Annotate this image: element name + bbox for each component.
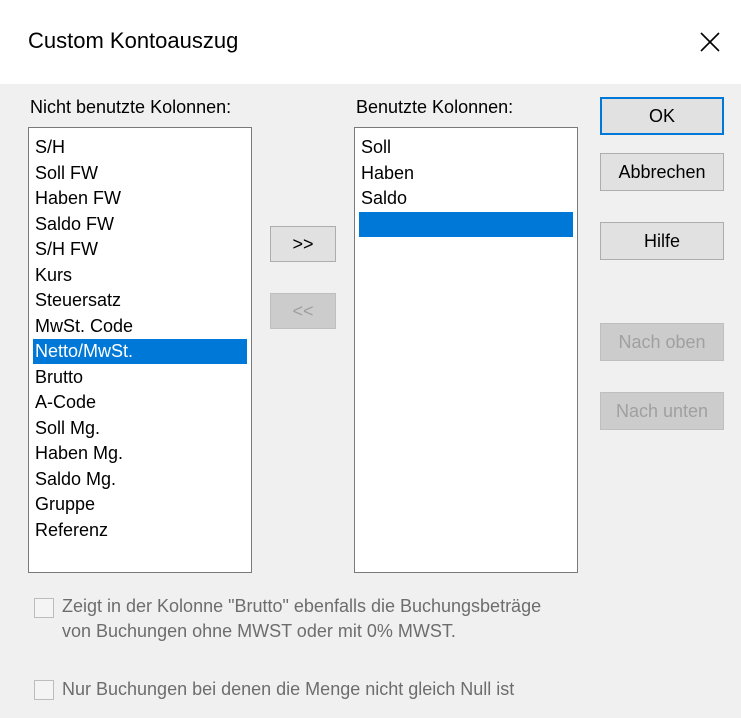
list-item[interactable]: Haben FW bbox=[33, 186, 247, 211]
menge-checkbox[interactable] bbox=[34, 680, 54, 700]
remove-column-button[interactable]: << bbox=[270, 293, 336, 329]
brutto-option-line2: von Buchungen ohne MWST oder mit 0% MWST… bbox=[62, 621, 456, 641]
list-item[interactable]: MwSt. Code bbox=[33, 314, 247, 339]
used-columns-list[interactable]: Soll Haben Saldo bbox=[354, 127, 578, 573]
list-item[interactable]: Netto/MwSt. bbox=[33, 339, 247, 364]
list-item[interactable]: Haben Mg. bbox=[33, 441, 247, 466]
window-title: Custom Kontoauszug bbox=[28, 28, 239, 53]
brutto-checkbox[interactable] bbox=[34, 598, 54, 618]
list-item[interactable]: Gruppe bbox=[33, 492, 247, 517]
ok-button[interactable]: OK bbox=[600, 97, 724, 135]
list-item[interactable]: Soll Mg. bbox=[33, 416, 247, 441]
list-item[interactable]: S/H FW bbox=[33, 237, 247, 262]
used-columns-label: Benutzte Kolonnen: bbox=[356, 97, 514, 117]
list-item[interactable]: Kurs bbox=[33, 263, 247, 288]
unused-columns-list[interactable]: S/H Soll FW Haben FW Saldo FW S/H FW Kurs Steu… bbox=[28, 127, 252, 573]
menge-option-label: Nur Buchungen bei denen die Menge nicht … bbox=[62, 679, 515, 699]
cancel-button[interactable]: Abbrechen bbox=[600, 153, 724, 191]
list-item[interactable]: Steuersatz bbox=[33, 288, 247, 313]
move-down-button[interactable]: Nach unten bbox=[600, 392, 724, 430]
list-item[interactable]: Soll FW bbox=[33, 161, 247, 186]
brutto-option-line1: Zeigt in der Kolonne "Brutto" ebenfalls … bbox=[62, 596, 542, 616]
list-item[interactable]: A-Code bbox=[33, 390, 247, 415]
close-icon bbox=[700, 32, 720, 52]
help-button[interactable]: Hilfe bbox=[600, 222, 724, 260]
close-button[interactable] bbox=[694, 24, 726, 60]
list-item[interactable]: Saldo bbox=[359, 186, 573, 211]
list-item[interactable]: Referenz bbox=[33, 518, 247, 543]
title-bar: Custom Kontoauszug bbox=[0, 0, 741, 84]
list-item[interactable]: Haben bbox=[359, 161, 573, 186]
list-item[interactable]: S/H bbox=[33, 135, 247, 160]
list-item[interactable] bbox=[359, 211, 573, 237]
list-item[interactable]: Saldo FW bbox=[33, 212, 247, 237]
list-item[interactable]: Saldo Mg. bbox=[33, 467, 247, 492]
list-item[interactable]: Soll bbox=[359, 135, 573, 160]
move-up-button[interactable]: Nach oben bbox=[600, 323, 724, 361]
list-item[interactable]: Brutto bbox=[33, 365, 247, 390]
add-column-button[interactable]: >> bbox=[270, 226, 336, 262]
unused-columns-label: Nicht benutzte Kolonnen: bbox=[30, 97, 232, 117]
